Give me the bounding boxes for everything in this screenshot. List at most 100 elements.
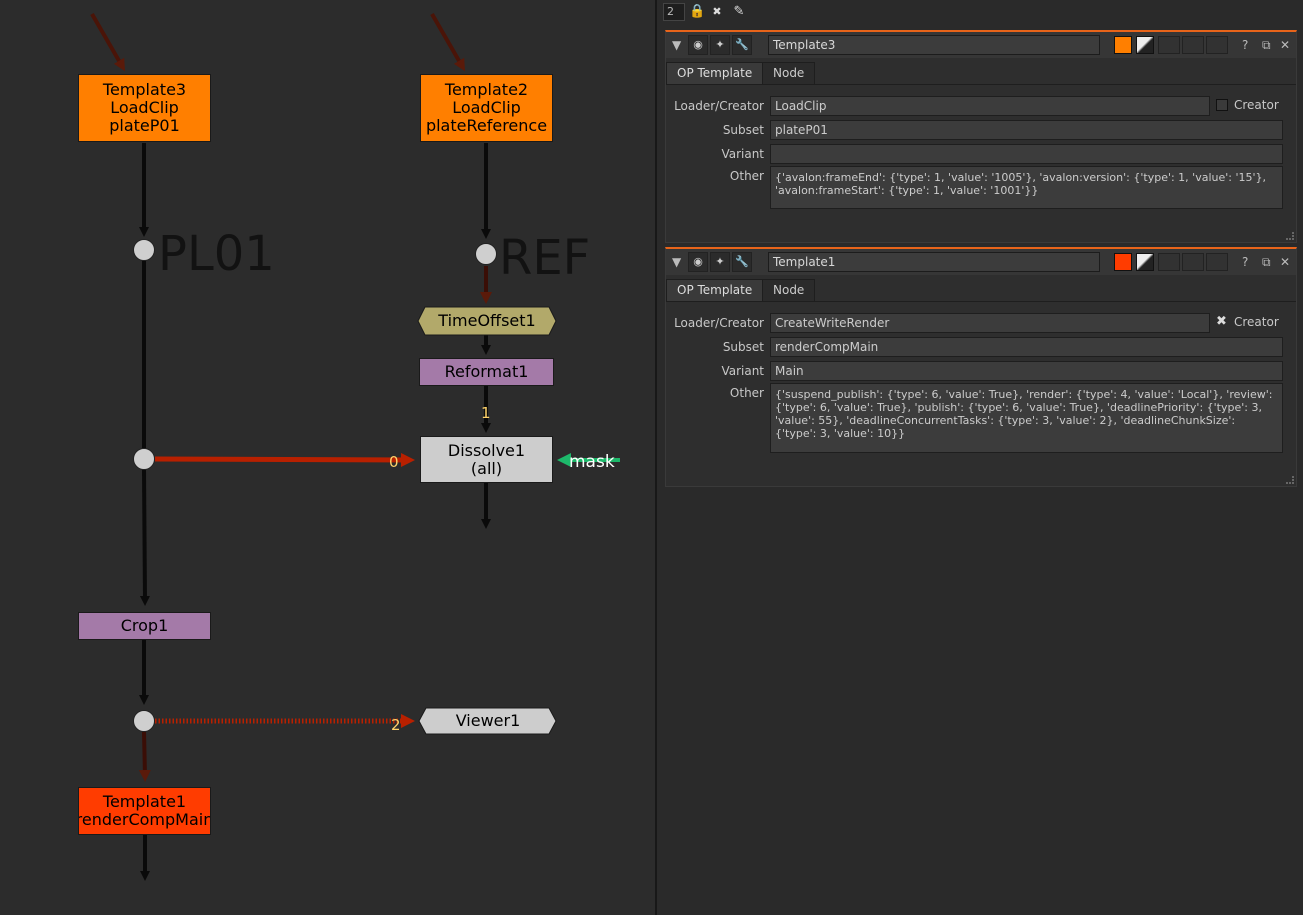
variant-field[interactable] [770,144,1283,164]
dissolve-input-1-label: 1 [481,404,491,422]
pipe-in-template3 [90,13,125,72]
font-color-swatch[interactable] [1136,36,1154,54]
center-node-icon[interactable]: ◉ [688,252,708,272]
properties-pane-template1: ▼ ◉ ✦ 🔧 Template1 ? ⧉ ✕ OP Template Node… [665,247,1297,487]
node-template1-line2: renderCompMain [78,810,211,829]
dot-ref[interactable] [475,243,497,265]
subset-field[interactable]: plateP01 [770,120,1283,140]
node-reformat[interactable]: Reformat1 [419,358,554,386]
variant-label: Variant [721,147,764,161]
node-dissolve-line2: (all) [470,458,503,478]
tab-node[interactable]: Node [762,62,816,84]
collapse-icon[interactable]: ▼ [672,36,681,54]
tab-op-template[interactable]: OP Template [666,279,764,301]
pencil-icon[interactable]: ✎ [731,4,747,20]
loader-field[interactable]: LoadClip [770,96,1210,116]
tab-op-template[interactable]: OP Template [666,62,764,84]
pipe-in-template2 [430,13,465,72]
resize-grip[interactable] [1286,476,1294,484]
node-template3-line3: plateP01 [109,116,180,135]
node-crop[interactable]: Crop1 [78,612,211,640]
viewer-input-2-label: 2 [391,716,401,734]
loader-label: Loader/Creator [674,316,764,330]
node-name-field[interactable]: Template1 [768,252,1100,272]
undo-button[interactable] [1158,253,1180,271]
node-template3[interactable]: Template3 LoadClip plateP01 [78,74,211,142]
creator-checkbox[interactable] [1216,99,1228,111]
node-dissolve-line1: Dissolve1 [447,440,526,460]
revert-button[interactable] [1206,253,1228,271]
subset-label: Subset [722,123,764,137]
node-timeoffset[interactable]: TimeOffset1 [425,307,549,335]
node-dissolve[interactable]: Dissolve1 (all) [420,436,553,483]
node-timeoffset-label: TimeOffset1 [438,311,536,330]
node-icon[interactable]: ✦ [710,35,730,55]
close-icon[interactable]: ✕ [1280,36,1290,54]
other-field[interactable]: {'suspend_publish': {'type': 6, 'value':… [770,383,1283,453]
pipe-dot-dissolve [154,452,415,467]
node-template1[interactable]: Template1 renderCompMain [78,787,211,835]
float-icon[interactable]: ⧉ [1262,36,1271,54]
variant-field[interactable]: Main [770,361,1283,381]
subset-field[interactable]: renderCompMain [770,337,1283,357]
pane-header: ▼ ◉ ✦ 🔧 Template3 ? ⧉ ✕ [666,32,1296,58]
close-all-icon[interactable]: ✖ [709,4,725,20]
center-node-icon[interactable]: ◉ [688,35,708,55]
other-label: Other [729,386,764,400]
pane-tabs: OP Template Node [666,279,1296,301]
wrench-icon[interactable]: 🔧 [732,35,752,55]
dot-split-2[interactable] [133,710,155,732]
undo-button[interactable] [1158,36,1180,54]
properties-toolbar: 2 🔒 ✖ ✎ [657,0,1303,28]
dot-split-1[interactable] [133,448,155,470]
creator-checkbox-checked-icon[interactable]: ✖ [1216,315,1227,328]
other-label: Other [729,169,764,183]
loader-field[interactable]: CreateWriteRender [770,313,1210,333]
node-viewer[interactable]: Viewer1 [426,708,550,734]
redo-button[interactable] [1182,253,1204,271]
lock-icon[interactable]: 🔒 [689,4,705,20]
dissolve-mask-label: mask [569,452,615,472]
wrench-icon[interactable]: 🔧 [732,252,752,272]
redo-button[interactable] [1182,36,1204,54]
tile-color-swatch[interactable] [1114,36,1132,54]
other-field[interactable]: {'avalon:frameEnd': {'type': 1, 'value':… [770,166,1283,209]
tab-body: Loader/Creator LoadClip Creator Subset p… [666,84,1296,209]
pane-header: ▼ ◉ ✦ 🔧 Template1 ? ⧉ ✕ [666,249,1296,275]
resize-grip[interactable] [1286,232,1294,240]
max-panels-field[interactable]: 2 [663,3,685,21]
node-template2-line2: LoadClip [452,98,521,117]
pane-tabs: OP Template Node [666,62,1296,84]
node-template2[interactable]: Template2 LoadClip plateReference [420,74,553,142]
properties-pane-template3: ▼ ◉ ✦ 🔧 Template3 ? ⧉ ✕ OP Template Node… [665,30,1297,243]
tile-color-swatch[interactable] [1114,253,1132,271]
close-icon[interactable]: ✕ [1280,253,1290,271]
tab-body: Loader/Creator CreateWriteRender ✖ Creat… [666,301,1296,453]
help-icon[interactable]: ? [1242,36,1248,54]
node-template3-line1: Template3 [102,80,187,99]
creator-label: Creator [1234,98,1279,112]
float-icon[interactable]: ⧉ [1262,253,1271,271]
dissolve-input-0-label: 0 [389,453,399,471]
dot-label-ref: REF [499,230,591,286]
variant-label: Variant [721,364,764,378]
dot-pl01[interactable] [133,239,155,261]
node-template1-line1: Template1 [102,792,187,811]
subset-label: Subset [722,340,764,354]
creator-label: Creator [1234,315,1279,329]
loader-label: Loader/Creator [674,99,764,113]
tab-node[interactable]: Node [762,279,816,301]
node-template2-line3: plateReference [425,116,548,135]
pipe-dot-template1 [138,731,151,782]
help-icon[interactable]: ? [1242,253,1248,271]
font-color-swatch[interactable] [1136,253,1154,271]
dot-label-pl01: PL01 [158,226,275,282]
node-template3-line2: LoadClip [110,98,179,117]
node-template2-line1: Template2 [444,80,529,99]
node-icon[interactable]: ✦ [710,252,730,272]
collapse-icon[interactable]: ▼ [672,253,681,271]
revert-button[interactable] [1206,36,1228,54]
node-graph[interactable]: Template3 LoadClip plateP01 Template2 Lo… [0,0,655,915]
node-name-field[interactable]: Template3 [768,35,1100,55]
node-crop-label: Crop1 [120,616,169,635]
